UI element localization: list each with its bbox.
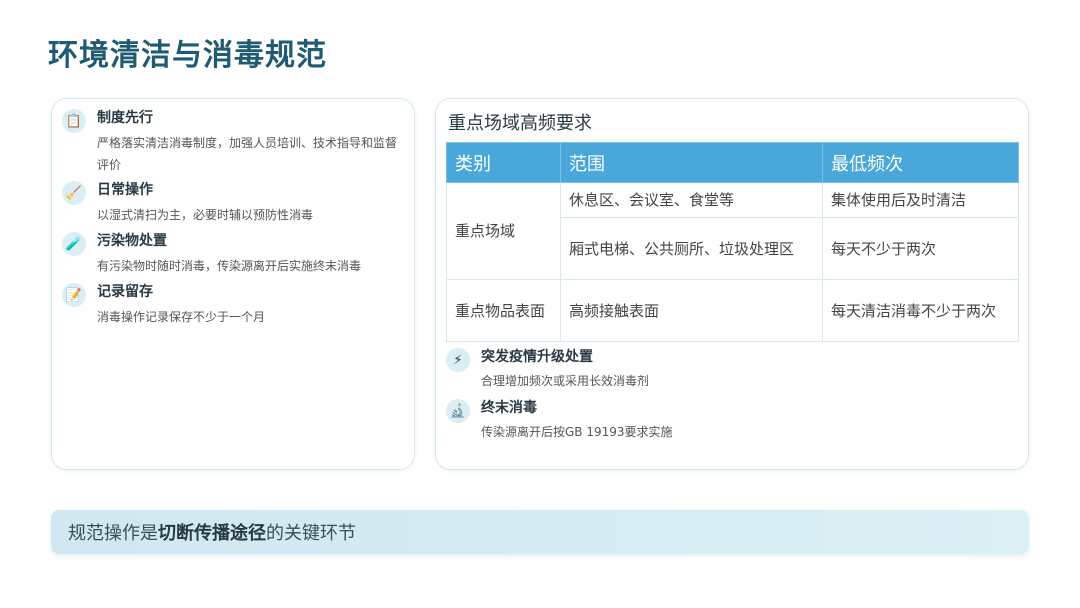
card-title: 重点场域高频要求 [448, 113, 592, 134]
requirement-title: 突发疫情升级处置 [481, 349, 593, 365]
pencil-note-icon: 📝 [62, 283, 86, 307]
requirement-desc: 合理增加频次或采用长效消毒剂 [481, 374, 650, 388]
guideline-desc: 以湿式清扫为主，必要时辅以预防性消毒 [97, 208, 314, 222]
broom-icon: 🧹 [62, 181, 86, 205]
table-cell-scope: 休息区、会议室、食堂等 [560, 182, 823, 218]
guideline-title: 污染物处置 [97, 233, 167, 249]
banner-emphasis: 切断传播途径 [158, 523, 266, 544]
guideline-desc: 有污染物时随时消毒，传染源离开后实施终末消毒 [97, 259, 362, 273]
table-cell-frequency: 每天清洁消毒不少于两次 [822, 279, 1019, 342]
table-header-row: 类别 范围 最低频次 [446, 142, 1019, 183]
table-row: 重点物品表面 高频接触表面 每天清洁消毒不少于两次 [446, 279, 1019, 342]
microscope-icon: 🔬 [446, 399, 470, 423]
test-tube-icon: 🧪 [62, 232, 86, 256]
table-cell-frequency: 集体使用后及时清洁 [822, 182, 1019, 218]
column-header-scope: 范围 [560, 142, 823, 183]
clipboard-icon: 📋 [62, 109, 86, 133]
table-cell-category: 重点物品表面 [446, 279, 561, 342]
page-title: 环境清洁与消毒规范 [48, 38, 327, 73]
table-cell-scope: 高频接触表面 [560, 279, 823, 342]
table-cell-scope: 厢式电梯、公共厕所、垃圾处理区 [560, 217, 823, 280]
table-row: 重点场域 休息区、会议室、食堂等 集体使用后及时清洁 [446, 182, 1019, 280]
table-cell-frequency: 每天不少于两次 [822, 217, 1019, 280]
guideline-title: 制度先行 [97, 110, 153, 126]
guideline-title: 记录留存 [97, 284, 153, 300]
banner-prefix: 规范操作是 [68, 523, 158, 544]
guideline-desc: 消毒操作记录保存不少于一个月 [97, 310, 266, 324]
guidelines-card: 📋 制度先行 严格落实清洁消毒制度，加强人员培训、技术指导和监督评价 🧹 日常操… [51, 98, 415, 470]
requirement-desc: 传染源离开后按GB 19193要求实施 [481, 425, 673, 439]
banner-suffix: 的关键环节 [266, 523, 356, 544]
frequency-table: 类别 范围 最低频次 重点场域 休息区、会议室、食堂等 集体使用后及时清洁 厢式… [446, 142, 1019, 342]
table-cell-category: 重点场域 [446, 182, 561, 280]
column-header-frequency: 最低频次 [822, 142, 1019, 183]
guideline-desc: 严格落实清洁消毒制度，加强人员培训、技术指导和监督评价 [97, 136, 398, 172]
column-header-category: 类别 [446, 142, 561, 183]
guideline-title: 日常操作 [97, 182, 153, 198]
lightning-icon: ⚡ [446, 348, 470, 372]
key-areas-card: 重点场域高频要求 类别 范围 最低频次 重点场域 休息区、会议室、食堂等 集体使… [435, 98, 1029, 470]
requirement-title: 终末消毒 [481, 400, 537, 416]
key-message-banner: 规范操作是 切断传播途径 的关键环节 [51, 510, 1029, 554]
